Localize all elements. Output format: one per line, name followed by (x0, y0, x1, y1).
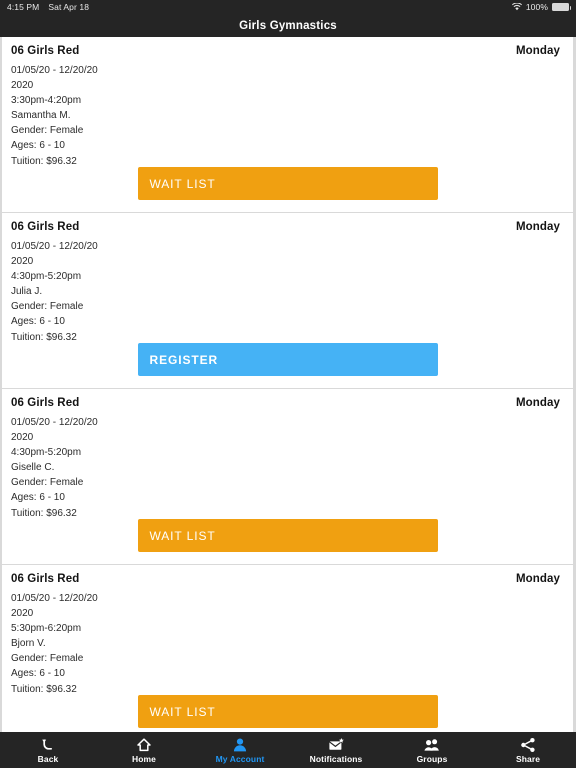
bottom-tab-bar: Back Home My Account Notifications Groups Sha… (0, 732, 576, 768)
class-ages: Ages: 6 - 10 (11, 140, 65, 152)
page-title: Girls Gymnastics (239, 19, 337, 32)
wait-list-button[interactable]: WAIT LIST (137, 167, 438, 200)
class-gender: Gender: Female (11, 125, 84, 137)
class-title: 06 Girls Red (11, 221, 80, 233)
status-time: 4:15 PM (7, 2, 40, 12)
page-title-bar: Girls Gymnastics (0, 14, 576, 37)
tab-label: My Account (215, 753, 265, 764)
class-card-header: 06 Girls Red Monday (11, 221, 564, 233)
status-date: Sat Apr 18 (48, 2, 90, 12)
class-ages: Ages: 6 - 10 (11, 492, 65, 504)
tab-groups[interactable]: Groups (384, 732, 480, 768)
class-gender: Gender: Female (11, 477, 84, 489)
tab-notifications[interactable]: Notifications (288, 732, 384, 768)
tab-back[interactable]: Back (0, 732, 96, 768)
class-details: 01/05/20 - 12/20/20 2020 5:30pm-6:20pm Bjor… (11, 591, 564, 697)
class-instructor: Samantha M. (11, 110, 71, 122)
app-window: 4:15 PM Sat Apr 18 100% Girls Gymnastics… (0, 0, 576, 768)
wifi-icon (511, 3, 522, 11)
class-instructor: Julia J. (11, 286, 43, 298)
class-ages: Ages: 6 - 10 (11, 668, 65, 680)
class-action-row: REGISTER (2, 343, 573, 376)
tab-label: Notifications (309, 753, 363, 764)
status-bar: 4:15 PM Sat Apr 18 100% (0, 0, 576, 14)
tab-label: Share (515, 753, 541, 764)
class-details: 01/05/20 - 12/20/20 2020 3:30pm-4:20pm Sama… (11, 63, 564, 169)
register-button[interactable]: REGISTER (137, 343, 438, 376)
tab-share[interactable]: Share (480, 732, 576, 768)
tab-my-account[interactable]: My Account (192, 732, 288, 768)
home-icon (136, 737, 152, 753)
class-gender: Gender: Female (11, 301, 84, 313)
class-time: 4:30pm-5:20pm (11, 271, 82, 283)
class-year: 2020 (11, 432, 34, 444)
envelope-star-icon (328, 737, 344, 753)
class-title: 06 Girls Red (11, 45, 80, 57)
battery-percent: 100% (525, 2, 548, 12)
class-time: 4:30pm-5:20pm (11, 447, 82, 459)
class-card[interactable]: 06 Girls Red Monday 01/05/20 - 12/20/20 202… (2, 213, 573, 389)
class-instructor: Giselle C. (11, 462, 55, 474)
class-details: 01/05/20 - 12/20/20 2020 4:30pm-5:20pm Gise… (11, 415, 564, 521)
class-time: 3:30pm-4:20pm (11, 95, 82, 107)
share-icon (520, 737, 536, 753)
class-date-range: 01/05/20 - 12/20/20 (11, 65, 98, 76)
class-day: Monday (515, 221, 560, 233)
back-arrow-icon (40, 737, 56, 753)
status-bar-left: 4:15 PM Sat Apr 18 (7, 2, 89, 12)
class-year: 2020 (11, 608, 34, 620)
class-card-header: 06 Girls Red Monday (11, 573, 564, 585)
battery-icon (552, 3, 571, 11)
class-card[interactable]: 06 Girls Red Monday 01/05/20 - 12/20/20 202… (2, 565, 573, 732)
class-date-range: 01/05/20 - 12/20/20 (11, 593, 98, 604)
class-day: Monday (515, 45, 560, 57)
class-year: 2020 (11, 256, 34, 268)
people-group-icon (424, 737, 440, 753)
class-date-range: 01/05/20 - 12/20/20 (11, 417, 98, 428)
status-bar-right: 100% (511, 2, 571, 12)
class-card-header: 06 Girls Red Monday (11, 45, 564, 57)
class-date-range: 01/05/20 - 12/20/20 (11, 241, 98, 252)
tab-label: Back (37, 753, 59, 764)
class-card-header: 06 Girls Red Monday (11, 397, 564, 409)
class-card[interactable]: 06 Girls Red Monday 01/05/20 - 12/20/20 202… (2, 37, 573, 213)
class-action-row: WAIT LIST (2, 519, 573, 552)
tab-label: Home (131, 753, 157, 764)
wait-list-button[interactable]: WAIT LIST (137, 695, 438, 728)
class-action-row: WAIT LIST (2, 167, 573, 200)
person-icon (232, 737, 248, 753)
class-gender: Gender: Female (11, 653, 84, 665)
class-time: 5:30pm-6:20pm (11, 623, 82, 635)
tab-home[interactable]: Home (96, 732, 192, 768)
class-day: Monday (515, 573, 560, 585)
class-day: Monday (515, 397, 560, 409)
class-title: 06 Girls Red (11, 397, 80, 409)
class-instructor: Bjorn V. (11, 638, 46, 650)
wait-list-button[interactable]: WAIT LIST (137, 519, 438, 552)
class-year: 2020 (11, 80, 34, 92)
class-title: 06 Girls Red (11, 573, 80, 585)
class-ages: Ages: 6 - 10 (11, 316, 65, 328)
class-details: 01/05/20 - 12/20/20 2020 4:30pm-5:20pm Juli… (11, 239, 564, 345)
class-card[interactable]: 06 Girls Red Monday 01/05/20 - 12/20/20 202… (2, 389, 573, 565)
class-action-row: WAIT LIST (2, 695, 573, 728)
tab-label: Groups (416, 753, 448, 764)
class-list[interactable]: 06 Girls Red Monday 01/05/20 - 12/20/20 202… (0, 37, 576, 732)
